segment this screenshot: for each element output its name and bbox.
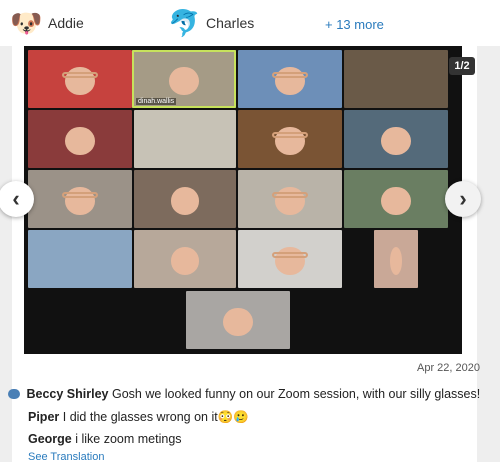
dolphin-avatar-icon: 🐬 <box>168 8 201 38</box>
person-name[interactable]: Charles <box>206 15 254 31</box>
video-tile <box>344 110 448 168</box>
video-tile: dinah.wallis <box>132 50 236 108</box>
comment-text: I did the glasses wrong on it😳🥲 <box>62 410 249 424</box>
video-tile <box>344 50 448 108</box>
comment-author[interactable]: Piper <box>28 410 59 424</box>
next-photo-button[interactable]: › <box>445 181 481 217</box>
person-charles[interactable]: 🐬 Charles <box>168 8 254 38</box>
comment-text: Gosh we looked funny on our Zoom session… <box>111 387 481 401</box>
comment-text: i like zoom metings <box>75 432 182 446</box>
comment-row: Beccy Shirley Gosh we looked funny on ou… <box>8 387 480 401</box>
participant-name-label: dinah.wallis <box>136 98 177 105</box>
chevron-right-icon: › <box>459 186 467 211</box>
photo-counter: 1/2 <box>449 57 475 75</box>
video-tile <box>238 50 342 108</box>
comment-author[interactable]: Beccy Shirley <box>26 387 108 401</box>
video-tile <box>134 110 236 168</box>
video-tile <box>186 291 290 349</box>
post-header: 🐶 Addie 🐬 Charles + 13 more <box>0 0 500 46</box>
video-tile <box>374 230 418 288</box>
chevron-left-icon: ‹ <box>12 186 20 211</box>
see-translation-link[interactable]: See Translation <box>28 451 104 463</box>
video-tile <box>28 50 132 108</box>
person-name[interactable]: Addie <box>48 15 84 31</box>
post-date: Apr 22, 2020 <box>417 362 480 374</box>
video-tile <box>28 170 132 228</box>
dog-avatar-icon: 🐶 <box>10 8 43 38</box>
more-people-link[interactable]: + 13 more <box>325 17 384 32</box>
video-tile <box>238 230 342 288</box>
video-tile <box>28 230 132 288</box>
person-addie[interactable]: 🐶 Addie <box>10 8 84 38</box>
video-tile <box>344 170 448 228</box>
video-tile <box>134 230 236 288</box>
photo-zoom-grid[interactable]: dinah.wallis <box>24 46 462 354</box>
right-gutter <box>477 46 500 462</box>
video-tile <box>238 170 342 228</box>
comment-row: George i like zoom metings <box>28 432 182 446</box>
video-tile <box>134 170 236 228</box>
video-tile <box>238 110 342 168</box>
comment-bubble-icon <box>8 389 20 399</box>
video-tile <box>28 110 132 168</box>
comment-author[interactable]: George <box>28 432 72 446</box>
comment-row: Piper I did the glasses wrong on it😳🥲 <box>28 410 249 425</box>
